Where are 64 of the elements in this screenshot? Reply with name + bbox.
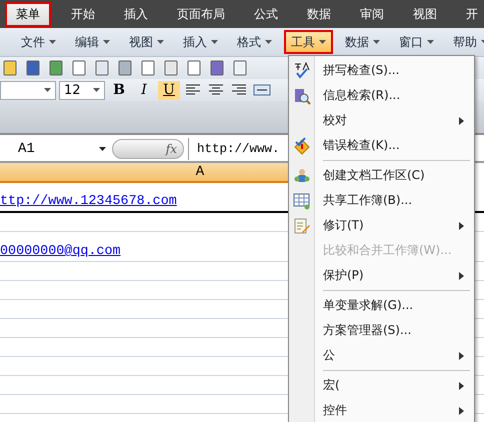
menu-bar-item[interactable]: 编辑	[68, 30, 117, 54]
ribbon-tab[interactable]: 菜单	[5, 2, 51, 26]
name-box[interactable]: A1	[0, 138, 112, 160]
caret-icon	[319, 40, 326, 44]
menu-item[interactable]: 保护(P)	[289, 263, 474, 288]
caret-icon	[427, 40, 434, 44]
menu-item[interactable]: 信息检索(R)...	[289, 83, 474, 108]
align-icon[interactable]	[231, 84, 247, 96]
submenu-arrow-icon	[459, 406, 464, 414]
hyperlink-cell[interactable]: ttp://www.12345678.com	[0, 194, 177, 209]
hyperlink-cell[interactable]: 00000000@qq.com	[0, 244, 121, 259]
menu-item[interactable]: 拼写检查(S)...	[289, 58, 474, 83]
ribbon-tab[interactable]: 页面布局	[168, 2, 234, 26]
format-button[interactable]: I	[133, 80, 155, 100]
menu-item[interactable]: 宏(	[289, 373, 474, 398]
caret-icon	[49, 40, 56, 44]
book-magnifier-icon	[293, 86, 311, 104]
caret-icon	[211, 40, 218, 44]
people-icon	[293, 166, 311, 184]
submenu-arrow-icon	[459, 382, 464, 390]
submenu-arrow-icon	[459, 272, 464, 280]
formula-field[interactable]: http://www.	[188, 138, 280, 160]
menu-bar-item[interactable]: 窗口	[392, 30, 441, 54]
menu-bar-item[interactable]: 文件	[14, 30, 63, 54]
submenu-arrow-icon	[459, 116, 464, 124]
document-pencil-icon	[293, 216, 311, 234]
menu-item[interactable]: 公	[289, 343, 474, 368]
align-icon[interactable]	[208, 84, 224, 96]
menu-bar-item[interactable]: 格式	[230, 30, 279, 54]
menu-item[interactable]: 错误检查(K)...	[289, 133, 474, 158]
menu-bar-item[interactable]: 帮助	[446, 30, 484, 54]
menu-item[interactable]: 单变量求解(G)...	[289, 293, 474, 318]
menu-item[interactable]: 修订(T)	[289, 213, 474, 238]
menu-bar-item[interactable]: 插入	[176, 30, 225, 54]
menu-item[interactable]: 方案管理器(S)...	[289, 318, 474, 343]
ribbon-tab[interactable]: 开	[457, 2, 484, 26]
ribbon-tab[interactable]: 公式	[245, 2, 287, 26]
caret-icon	[157, 40, 164, 44]
menu-bar-item[interactable]: 视图	[122, 30, 171, 54]
menu-item[interactable]: 控件	[289, 398, 474, 422]
ribbon-tab[interactable]: 数据	[298, 2, 340, 26]
ribbon-tab[interactable]: 插入	[115, 2, 157, 26]
caret-icon	[93, 88, 100, 92]
caret-icon	[373, 40, 380, 44]
submenu-arrow-icon	[459, 352, 464, 360]
menu-bar-item[interactable]: 工具	[284, 30, 333, 54]
ribbon-tab[interactable]: 审阅	[351, 2, 393, 26]
ribbon-tab[interactable]: 视图	[404, 2, 446, 26]
font-name-field[interactable]	[0, 80, 56, 100]
caret-icon	[99, 147, 106, 151]
format-button[interactable]: B	[108, 80, 130, 100]
caret-icon	[44, 88, 51, 92]
caret-icon	[103, 40, 110, 44]
function-button[interactable]: fx	[112, 139, 184, 159]
caret-icon	[265, 40, 272, 44]
menu-item[interactable]: 共享工作簿(B)...	[289, 188, 474, 213]
format-button[interactable]: U	[158, 80, 180, 100]
align-icon[interactable]	[185, 84, 201, 96]
ribbon-tab[interactable]: 开始	[62, 2, 104, 26]
menu-bar-item[interactable]: 数据	[338, 30, 387, 54]
submenu-arrow-icon	[459, 222, 464, 230]
warning-diamond-icon	[293, 136, 311, 154]
merge-cells-icon[interactable]	[253, 84, 271, 96]
font-size-field[interactable]: 12	[59, 80, 105, 100]
